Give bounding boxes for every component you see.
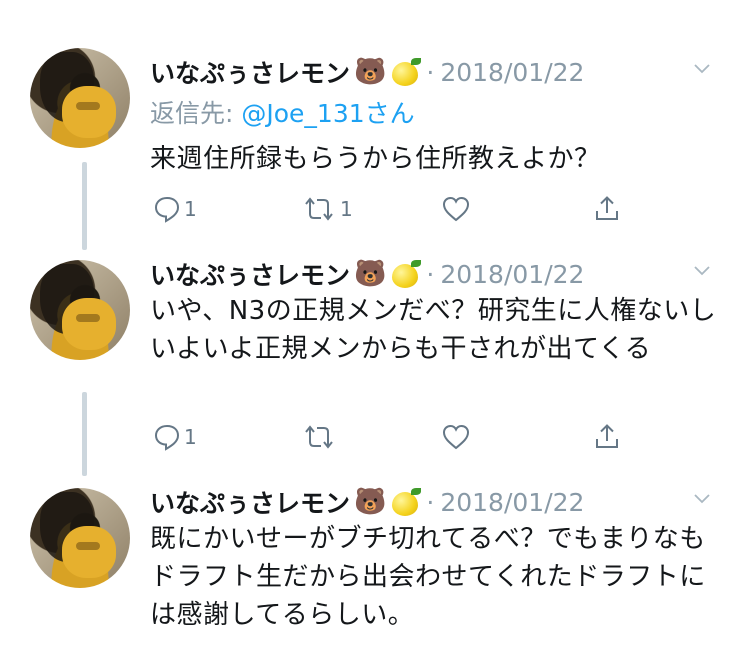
avatar[interactable] xyxy=(30,260,130,360)
retweet-button[interactable]: 1 xyxy=(300,194,353,224)
display-name[interactable]: いなぷぅさレモン xyxy=(150,484,350,520)
avatar[interactable] xyxy=(30,48,130,148)
reply-count: 1 xyxy=(184,197,197,221)
tweet-3[interactable]: いなぷぅさレモン 🐻 · 2018/01/22 既にかいせーがブチ切れてるべ？で… xyxy=(0,478,750,648)
share-upload-icon xyxy=(596,196,618,220)
heart-icon xyxy=(442,196,470,222)
like-button[interactable] xyxy=(440,422,472,452)
tweet-date[interactable]: 2018/01/22 xyxy=(440,260,584,289)
separator-dot: · xyxy=(426,259,435,289)
share-upload-icon xyxy=(596,424,618,448)
tweet-text: 既にかいせーがブチ切れてるべ？でもまりなもドラフト生だから出会わせてくれたドラフ… xyxy=(150,524,706,630)
lemon-emoji xyxy=(392,488,422,516)
share-button[interactable] xyxy=(592,194,622,224)
lemon-emoji xyxy=(392,260,422,288)
chevron-down-icon[interactable] xyxy=(694,266,710,276)
retweet-arrows-icon xyxy=(305,197,333,221)
tweet-header: いなぷぅさレモン 🐻 · 2018/01/22 xyxy=(150,254,584,294)
retweet-arrows-icon xyxy=(305,425,333,449)
like-button[interactable] xyxy=(440,194,472,224)
bear-emoji: 🐻 xyxy=(354,259,387,289)
reply-button[interactable]: 1 xyxy=(152,422,197,452)
speech-bubble-icon xyxy=(154,424,180,451)
tweet-header: いなぷぅさレモン 🐻 · 2018/01/22 xyxy=(150,52,584,92)
reply-button[interactable]: 1 xyxy=(152,194,197,224)
chevron-down-icon[interactable] xyxy=(694,494,710,504)
heart-icon xyxy=(442,424,470,450)
tweet-date[interactable]: 2018/01/22 xyxy=(440,58,584,87)
tweet-actions: 1 xyxy=(150,422,650,462)
display-name[interactable]: いなぷぅさレモン xyxy=(150,54,350,90)
tweet-date[interactable]: 2018/01/22 xyxy=(440,488,584,517)
tweet-actions: 1 1 xyxy=(150,194,650,234)
tweet-text: 来週住所録もらうから住所教えよか？ xyxy=(150,144,601,174)
reply-to: 返信先: @Joe_131さん xyxy=(150,94,415,130)
bear-emoji: 🐻 xyxy=(354,487,387,517)
retweet-button[interactable] xyxy=(300,422,338,452)
retweet-count: 1 xyxy=(340,197,353,221)
display-name[interactable]: いなぷぅさレモン xyxy=(150,256,350,292)
lemon-emoji xyxy=(392,58,422,86)
speech-bubble-icon xyxy=(154,196,180,223)
reply-to-label: 返信先: xyxy=(150,99,242,128)
tweet-header: いなぷぅさレモン 🐻 · 2018/01/22 xyxy=(150,482,584,522)
tweet-2[interactable]: いなぷぅさレモン 🐻 · 2018/01/22 いや、N3の正規メンだべ？研究生… xyxy=(0,250,750,465)
share-button[interactable] xyxy=(592,422,622,452)
separator-dot: · xyxy=(426,487,435,517)
bear-emoji: 🐻 xyxy=(354,57,387,87)
avatar[interactable] xyxy=(30,488,130,588)
chevron-down-icon[interactable] xyxy=(694,64,710,74)
tweet-1[interactable]: いなぷぅさレモン 🐻 · 2018/01/22 返信先: @Joe_131さん … xyxy=(0,48,750,238)
tweet-text: いや、N3の正規メンだべ？研究生に人権ないしいよいよ正規メンからも干されが出てく… xyxy=(150,296,717,364)
reply-count: 1 xyxy=(184,425,197,449)
reply-to-handle[interactable]: @Joe_131さん xyxy=(241,99,414,128)
separator-dot: · xyxy=(426,57,435,87)
